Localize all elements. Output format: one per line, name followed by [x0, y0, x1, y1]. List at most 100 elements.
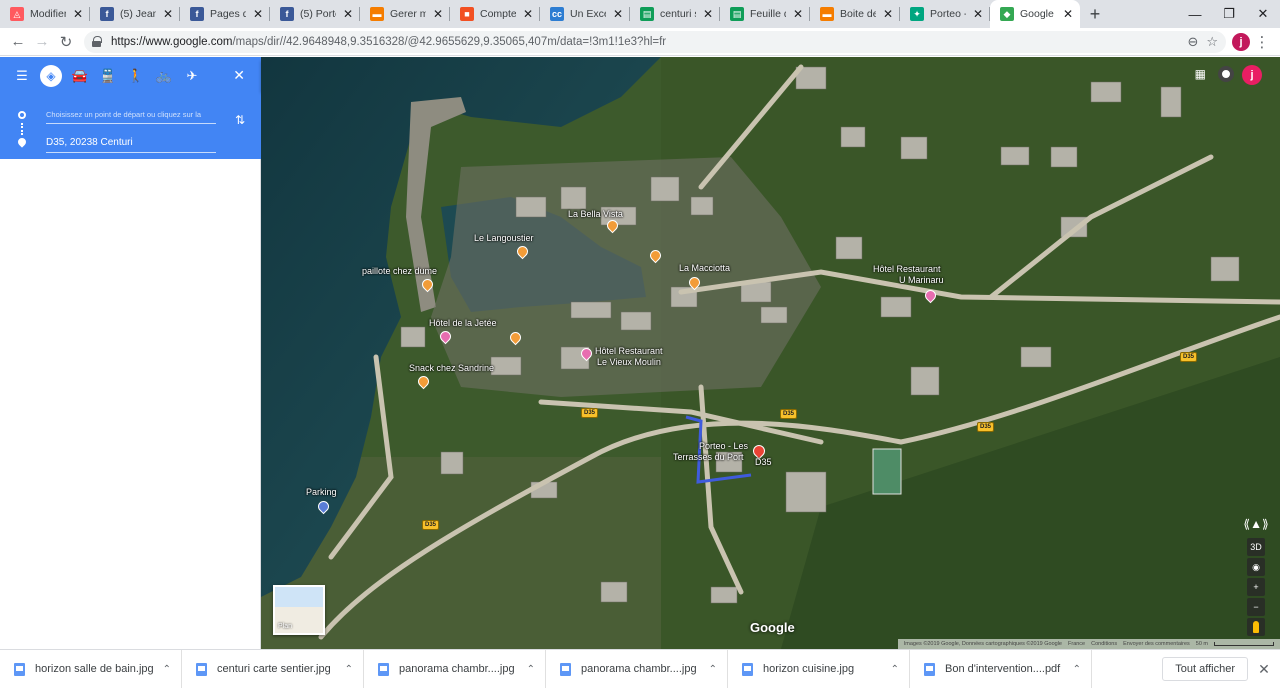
label-bella-vista[interactable]: La Bella Vista [568, 209, 623, 219]
tab-6[interactable]: cc Un Excel ✕ [540, 0, 630, 28]
walk-icon[interactable]: 🚶 [126, 65, 146, 87]
download-menu-icon[interactable]: ⌃ [1073, 664, 1081, 675]
label-porteo-line2[interactable]: Terrasses du Port [673, 452, 744, 462]
download-menu-icon[interactable]: ⌃ [709, 664, 717, 675]
zoom-in-icon[interactable]: + [1247, 578, 1265, 596]
tab-8[interactable]: ▤ Feuille de ✕ [720, 0, 810, 28]
road-shield: D35 [977, 422, 995, 432]
forward-icon[interactable]: → [30, 30, 54, 54]
tab-10[interactable]: ✦ Porteo - ✕ [900, 0, 990, 28]
download-menu-icon[interactable]: ⌃ [891, 664, 899, 675]
label-porteo-line1[interactable]: Porteo - Les [699, 441, 748, 451]
label-hotel-jetee[interactable]: Hôtel de la Jetée [429, 318, 497, 328]
menu-kebab-icon[interactable]: ⋮ [1250, 30, 1274, 54]
best-route-icon[interactable]: ◈ [40, 65, 62, 87]
download-item[interactable]: Bon d'intervention....pdf ⌃ [910, 649, 1092, 688]
tab-4[interactable]: ▬ Gerer mo ✕ [360, 0, 450, 28]
tab-3[interactable]: f (5) Porte ✕ [270, 0, 360, 28]
download-item[interactable]: panorama chambr....jpg ⌃ [364, 649, 546, 688]
tab-1[interactable]: f (5) Jean ✕ [90, 0, 180, 28]
zoom-out-icon[interactable]: − [1247, 598, 1265, 616]
label-vieux-moulin-line1[interactable]: Hôtel Restaurant [595, 346, 663, 356]
feedback-link[interactable]: Envoyer des commentaires [1123, 641, 1190, 647]
restore-icon[interactable]: ❐ [1212, 0, 1246, 28]
road-shield: D35 [780, 409, 798, 419]
close-tab-icon[interactable]: ✕ [882, 7, 894, 21]
close-downloads-icon[interactable]: ✕ [1254, 661, 1274, 678]
download-item[interactable]: centuri carte sentier.jpg ⌃ [182, 649, 364, 688]
label-marinaru-line1[interactable]: Hôtel Restaurant [873, 264, 941, 274]
close-tab-icon[interactable]: ✕ [252, 7, 264, 21]
apps-grid-icon[interactable]: ▦ [1195, 67, 1206, 81]
label-vieux-moulin-line2[interactable]: Le Vieux Moulin [597, 357, 661, 367]
facebook-icon: f [100, 7, 114, 21]
location-icon[interactable] [1218, 66, 1234, 82]
label-marinaru-line2[interactable]: U Marinaru [899, 275, 944, 285]
destination-input[interactable]: D35, 20238 Centuri [46, 133, 216, 153]
download-menu-icon[interactable]: ⌃ [163, 664, 171, 675]
google-logo: Google [750, 620, 795, 635]
start-input[interactable]: Choisissez un point de départ ou cliquez… [46, 106, 216, 124]
close-tab-icon[interactable]: ✕ [342, 7, 354, 21]
download-menu-icon[interactable]: ⌃ [345, 664, 353, 675]
close-tab-icon[interactable]: ✕ [972, 7, 984, 21]
close-tab-icon[interactable]: ✕ [792, 7, 804, 21]
label-snack[interactable]: Snack chez Sandrine [409, 363, 494, 373]
tab-7[interactable]: ▤ centuri sa ✕ [630, 0, 720, 28]
google-maps-icon: ◆ [1000, 7, 1014, 21]
close-window-icon[interactable]: ✕ [1246, 0, 1280, 28]
transit-icon[interactable]: 🚆 [98, 65, 118, 87]
3d-button[interactable]: 3D [1247, 538, 1265, 556]
bike-icon[interactable]: 🚲 [154, 65, 174, 87]
zoom-icon[interactable]: ⊖ [1187, 34, 1198, 50]
tab-2[interactable]: f Pages d'a ✕ [180, 0, 270, 28]
label-parking[interactable]: Parking [306, 487, 337, 497]
close-tab-icon[interactable]: ✕ [522, 7, 534, 21]
close-tab-icon[interactable]: ✕ [1062, 7, 1074, 21]
tab-0[interactable]: ◬ Modifier ✕ [0, 0, 90, 28]
country-link[interactable]: France [1068, 641, 1085, 647]
tab-11[interactable]: ◆ Google M ✕ [990, 0, 1080, 28]
scale-label[interactable]: 50 m [1196, 641, 1208, 647]
swap-icon[interactable]: ⇅ [235, 113, 245, 127]
download-item[interactable]: horizon cuisine.jpg ⌃ [728, 649, 910, 688]
conditions-link[interactable]: Conditions [1091, 641, 1117, 647]
compass-icon[interactable]: ⟪▲⟫ [1243, 512, 1268, 536]
flight-icon[interactable]: ✈ [182, 65, 202, 87]
my-location-icon[interactable]: ◉ [1247, 558, 1265, 576]
travel-modes: ☰ ◈ 🚘 🚆 🚶 🚲 ✈ [12, 65, 202, 87]
map-layer-toggle[interactable]: Plan [273, 585, 325, 635]
label-paillote[interactable]: paillote chez dume [362, 266, 437, 276]
minimize-icon[interactable]: — [1178, 0, 1212, 28]
close-directions-icon[interactable]: ✕ [233, 67, 245, 84]
road-shield: D35 [422, 520, 440, 530]
download-item[interactable]: panorama chambr....jpg ⌃ [546, 649, 728, 688]
show-all-button[interactable]: Tout afficher [1162, 657, 1248, 681]
close-tab-icon[interactable]: ✕ [702, 7, 714, 21]
map-account-avatar[interactable]: j [1242, 65, 1262, 85]
tripadvisor-icon: ✦ [910, 7, 924, 21]
address-bar[interactable]: https://www.google.com/maps/dir//42.9648… [84, 30, 1226, 53]
tab-title: Compte [480, 8, 516, 20]
satellite-map[interactable]: La Bella Vista Le Langoustier La Macciot… [261, 57, 1280, 649]
download-filename: horizon salle de bain.jpg [35, 663, 153, 675]
close-tab-icon[interactable]: ✕ [612, 7, 624, 21]
hamburger-menu-icon[interactable]: ☰ [12, 65, 32, 87]
street-view-pegman-icon[interactable] [1247, 618, 1265, 636]
label-macciotta[interactable]: La Macciotta [679, 263, 730, 273]
label-langoustier[interactable]: Le Langoustier [474, 233, 534, 243]
reload-icon[interactable]: ↻ [54, 30, 78, 54]
download-menu-icon[interactable]: ⌃ [527, 664, 535, 675]
label-destination[interactable]: D35 [755, 457, 772, 467]
close-tab-icon[interactable]: ✕ [432, 7, 444, 21]
close-tab-icon[interactable]: ✕ [162, 7, 174, 21]
tab-9[interactable]: ▬ Boite de ✕ [810, 0, 900, 28]
profile-avatar[interactable]: j [1232, 32, 1250, 51]
car-icon[interactable]: 🚘 [70, 65, 90, 87]
new-tab-button[interactable]: + [1080, 0, 1110, 28]
download-item[interactable]: horizon salle de bain.jpg ⌃ [0, 649, 182, 688]
back-icon[interactable]: ← [6, 30, 30, 54]
bookmark-star-icon[interactable]: ☆ [1206, 34, 1218, 50]
tab-5[interactable]: ■ Compte ✕ [450, 0, 540, 28]
close-tab-icon[interactable]: ✕ [72, 7, 84, 21]
